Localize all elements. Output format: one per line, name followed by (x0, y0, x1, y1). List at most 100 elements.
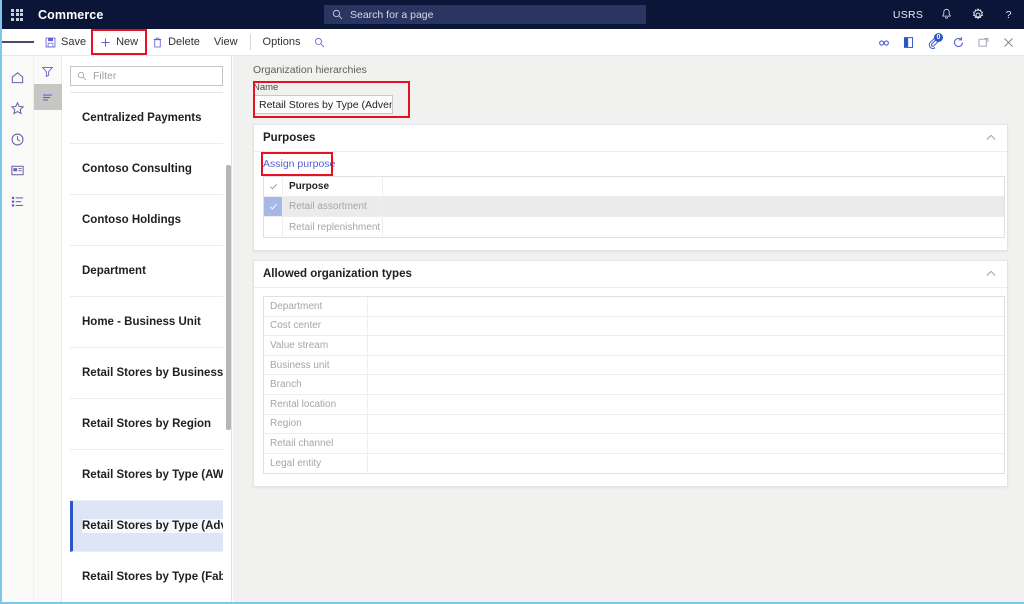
allowed-types-card-title: Allowed organization types (263, 268, 412, 280)
favorites-star-icon[interactable] (2, 93, 34, 124)
list-item-label: Retail Stores by Business Unit (82, 367, 223, 379)
purposes-toolbar: Assign purpose (254, 152, 1007, 176)
name-field-label: Name (253, 82, 279, 93)
sort-list-icon[interactable] (33, 84, 62, 110)
app-launcher-icon[interactable] (2, 0, 32, 29)
purposes-card-header[interactable]: Purposes (254, 125, 1007, 152)
cell-organization-type[interactable]: Value stream (264, 336, 368, 355)
cell-purpose[interactable]: Retail replenishment (283, 217, 383, 237)
brand-title: Commerce (38, 7, 104, 22)
attachments-icon[interactable]: 0 (922, 31, 945, 54)
delete-button[interactable]: Delete (145, 31, 207, 53)
search-icon (77, 71, 87, 81)
content-area: Organization hierarchies Name Retail Sto… (233, 56, 1024, 602)
list-item[interactable]: Retail Stores by Type (Fabrik.. (70, 552, 223, 602)
table-row[interactable]: Branch (264, 375, 1004, 395)
popout-icon[interactable] (972, 31, 995, 54)
table-row[interactable]: Cost center (264, 316, 1004, 337)
table-row[interactable]: Retail assortment (264, 197, 1004, 217)
filter-input-placeholder: Filter (93, 70, 117, 82)
grid-filler (368, 356, 1004, 375)
office-app-icon[interactable] (897, 31, 920, 54)
cell-organization-type[interactable]: Region (264, 414, 368, 434)
refresh-icon[interactable] (947, 31, 970, 54)
select-all-check-icon[interactable] (264, 177, 283, 196)
home-icon[interactable] (2, 62, 34, 93)
table-row[interactable]: Retail replenishment (264, 217, 1004, 237)
command-bar-items: Save New Delete View Options (38, 29, 337, 55)
new-button[interactable]: New (91, 29, 148, 55)
save-button[interactable]: Save (38, 31, 93, 53)
grid-filler (368, 454, 1004, 474)
chevron-up-icon[interactable] (985, 268, 997, 280)
list-item[interactable]: Retail Stores by Business Unit (70, 348, 223, 399)
table-row[interactable]: Retail channel (264, 434, 1004, 454)
options-button[interactable]: Options (256, 31, 308, 53)
user-initials[interactable]: USRS (885, 0, 931, 29)
global-search-placeholder: Search for a page (350, 8, 434, 21)
breadcrumb: Organization hierarchies (253, 64, 367, 76)
cell-organization-type[interactable]: Retail channel (264, 434, 368, 453)
list-item-label: Contoso Holdings (82, 214, 182, 226)
share-link-icon[interactable] (872, 31, 895, 54)
grid-filler (383, 217, 1004, 237)
view-button-label: View (213, 36, 238, 48)
recent-clock-icon[interactable] (2, 124, 34, 155)
help-icon[interactable]: ? (993, 0, 1024, 29)
table-row[interactable]: Department (264, 297, 1004, 317)
list-item-label: Retail Stores by Type (Advent (82, 519, 223, 533)
list-item[interactable]: Contoso Holdings (70, 195, 223, 246)
filter-input[interactable]: Filter (70, 66, 223, 86)
list-item[interactable]: Home - Business Unit (70, 297, 223, 348)
save-button-label: Save (61, 36, 87, 48)
cell-organization-type[interactable]: Branch (264, 375, 368, 394)
table-row[interactable]: Region (264, 414, 1004, 435)
save-icon (45, 37, 56, 48)
assign-purpose-link[interactable]: Assign purpose (263, 158, 335, 170)
hamburger-icon[interactable] (2, 29, 35, 56)
table-row[interactable]: Business unit (264, 355, 1004, 376)
modules-list-icon[interactable] (2, 186, 34, 217)
close-icon[interactable] (997, 31, 1020, 54)
new-button-label: New (116, 36, 139, 48)
purposes-grid[interactable]: Purpose Retail assortment Retail repleni… (263, 176, 1005, 238)
view-button[interactable]: View (207, 31, 245, 53)
allowed-types-list[interactable]: Department Cost center Value stream Busi… (263, 296, 1005, 475)
chevron-up-icon[interactable] (985, 132, 997, 144)
list-item-selected[interactable]: Retail Stores by Type (Advent (70, 501, 223, 552)
cell-purpose[interactable]: Retail assortment (283, 197, 383, 216)
list-item[interactable]: Retail Stores by Type (AW) (70, 450, 223, 501)
command-search-button[interactable] (307, 31, 337, 53)
table-row[interactable]: Legal entity (264, 453, 1004, 474)
list-item[interactable]: Retail Stores by Region (70, 399, 223, 450)
cell-organization-type[interactable]: Legal entity (264, 453, 368, 474)
top-navigation-bar: Commerce Search for a page USRS ? (2, 0, 1024, 29)
workspaces-icon[interactable] (2, 155, 34, 186)
cell-organization-type[interactable]: Business unit (264, 355, 368, 375)
list-item[interactable]: Centralized Payments (70, 93, 223, 144)
allowed-types-card-header[interactable]: Allowed organization types (254, 261, 1007, 288)
table-row[interactable]: Rental location (264, 394, 1004, 415)
filter-funnel-icon[interactable] (34, 58, 62, 84)
row-check-icon[interactable] (264, 217, 283, 237)
list-item-label: Retail Stores by Region (82, 418, 212, 430)
bell-icon[interactable] (931, 0, 962, 29)
purposes-card: Purposes Assign purpose Purpose Retail a… (253, 124, 1008, 251)
list-item[interactable]: Department (70, 246, 223, 297)
cell-organization-type[interactable]: Department (264, 297, 368, 316)
command-bar: Save New Delete View Options 0 (2, 29, 1024, 56)
list-scrollbar[interactable] (226, 165, 231, 430)
cell-organization-type[interactable]: Cost center (264, 316, 368, 336)
grid-filler (383, 177, 1004, 196)
global-search-input[interactable]: Search for a page (324, 5, 646, 24)
name-input[interactable]: Retail Stores by Type (Adventur... (253, 95, 393, 114)
grid-filler (383, 197, 1004, 216)
records-list[interactable]: Centralized Payments Contoso Consulting … (70, 92, 223, 602)
purposes-grid-wrap: Purpose Retail assortment Retail repleni… (254, 176, 1007, 250)
table-row[interactable]: Value stream (264, 336, 1004, 356)
list-item[interactable]: Contoso Consulting (70, 144, 223, 195)
gear-icon[interactable] (962, 0, 993, 29)
cell-organization-type[interactable]: Rental location (264, 394, 368, 414)
row-check-icon[interactable] (264, 197, 283, 216)
column-header-purpose[interactable]: Purpose (283, 177, 383, 196)
